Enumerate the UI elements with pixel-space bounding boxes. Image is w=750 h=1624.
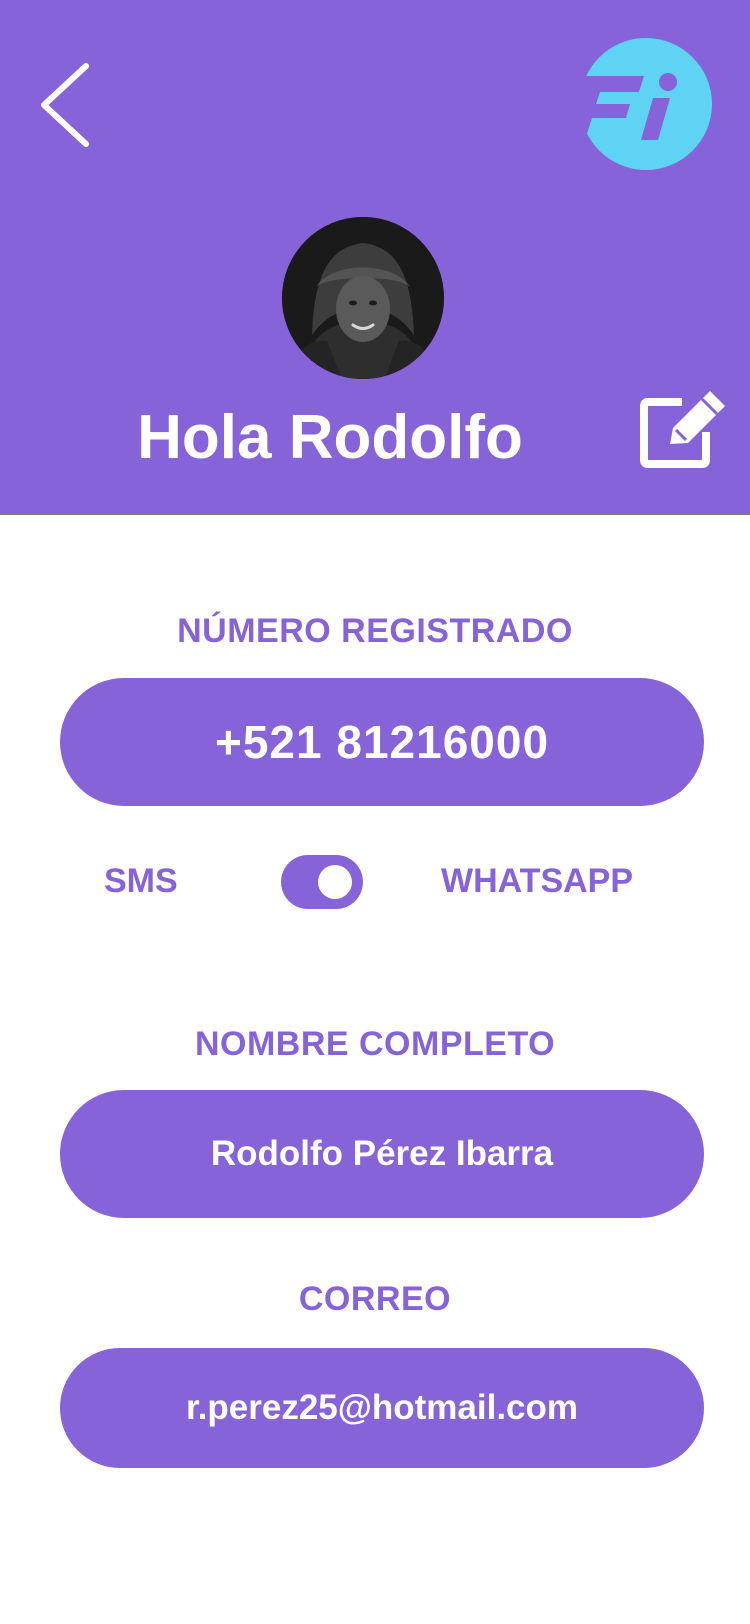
email-value: r.perez25@hotmail.com — [185, 1388, 579, 1427]
full-name-label: NOMBRE COMPLETO — [194, 1025, 556, 1063]
full-name-value: Rodolfo Pérez Ibarra — [210, 1134, 554, 1173]
whatsapp-option-label[interactable]: WHATSAPP — [441, 862, 633, 901]
channel-toggle[interactable] — [281, 855, 363, 909]
full-name-field[interactable]: Rodolfo Pérez Ibarra — [60, 1090, 704, 1218]
app-logo — [540, 34, 712, 174]
edit-profile-button[interactable] — [640, 388, 732, 468]
phone-label: NÚMERO REGISTRADO — [177, 612, 573, 650]
greeting-title: Hola Rodolfo — [137, 403, 523, 472]
chevron-left-icon — [41, 63, 89, 147]
email-field[interactable]: r.perez25@hotmail.com — [60, 1348, 704, 1468]
phone-field[interactable]: +521 81216000 — [60, 678, 704, 806]
edit-icon — [640, 391, 725, 468]
sms-option-label[interactable]: SMS — [104, 862, 178, 901]
toggle-knob — [318, 865, 352, 899]
profile-header: Hola Rodolfo — [0, 0, 750, 515]
avatar — [282, 217, 444, 379]
back-button[interactable] — [34, 58, 104, 148]
phone-value: +521 81216000 — [214, 716, 550, 768]
email-label: CORREO — [298, 1280, 452, 1318]
